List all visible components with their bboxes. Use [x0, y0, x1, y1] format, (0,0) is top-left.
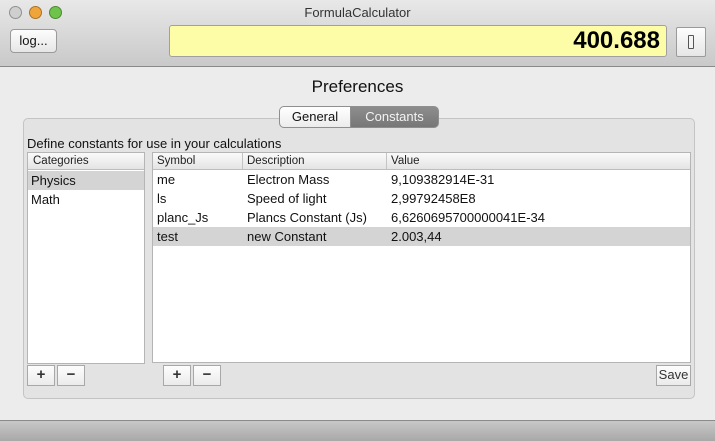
toolbar: FormulaCalculator log... 400.688: [0, 0, 715, 67]
value-cell: 2,99792458E8: [391, 191, 476, 206]
category-math[interactable]: Math: [28, 190, 144, 209]
page-title: Preferences: [311, 77, 404, 96]
remove-category-button[interactable]: −: [57, 365, 85, 386]
table-row[interactable]: ls Speed of light 2,99792458E8: [153, 189, 690, 208]
window-title: FormulaCalculator: [304, 5, 411, 20]
description-cell: Plancs Constant (Js): [247, 210, 367, 225]
column-symbol[interactable]: Symbol: [157, 153, 195, 169]
description-cell: Speed of light: [247, 191, 327, 206]
category-physics[interactable]: Physics: [28, 171, 144, 190]
symbol-cell: test: [157, 229, 178, 244]
constants-table: Symbol Description Value me Electron Mass…: [152, 152, 691, 363]
add-constant-button[interactable]: +: [163, 365, 191, 386]
description-cell: new Constant: [247, 229, 327, 244]
save-button[interactable]: Save: [656, 365, 691, 386]
tab-general[interactable]: General: [279, 106, 351, 128]
table-row[interactable]: test new Constant 2.003,44: [153, 227, 690, 246]
tab-constants[interactable]: Constants: [350, 106, 439, 128]
symbol-cell: ls: [157, 191, 167, 206]
constants-header: Symbol Description Value: [153, 153, 690, 170]
table-row[interactable]: me Electron Mass 9,109382914E-31: [153, 170, 690, 189]
add-category-button[interactable]: +: [27, 365, 55, 386]
switch-icon: [688, 35, 694, 49]
result-display: 400.688: [169, 25, 667, 57]
log-button[interactable]: log...: [10, 29, 57, 53]
value-cell: 9,109382914E-31: [391, 172, 495, 187]
bottom-bar: [0, 420, 715, 441]
table-row[interactable]: planc_Js Plancs Constant (Js) 6,6260695700…: [153, 208, 690, 227]
description-label: Define constants for use in your calcula…: [27, 136, 282, 151]
column-description[interactable]: Description: [242, 153, 305, 169]
remove-constant-button[interactable]: −: [193, 365, 221, 386]
description-cell: Electron Mass: [247, 172, 330, 187]
categories-header: Categories: [28, 153, 144, 170]
toggle-button[interactable]: [676, 27, 706, 57]
categories-table: Categories Physics Math: [27, 152, 145, 364]
column-value[interactable]: Value: [386, 153, 420, 169]
symbol-cell: me: [157, 172, 176, 187]
value-cell: 2.003,44: [391, 229, 442, 244]
symbol-cell: planc_Js: [157, 210, 209, 225]
value-cell: 6,6260695700000041E-34: [391, 210, 545, 225]
